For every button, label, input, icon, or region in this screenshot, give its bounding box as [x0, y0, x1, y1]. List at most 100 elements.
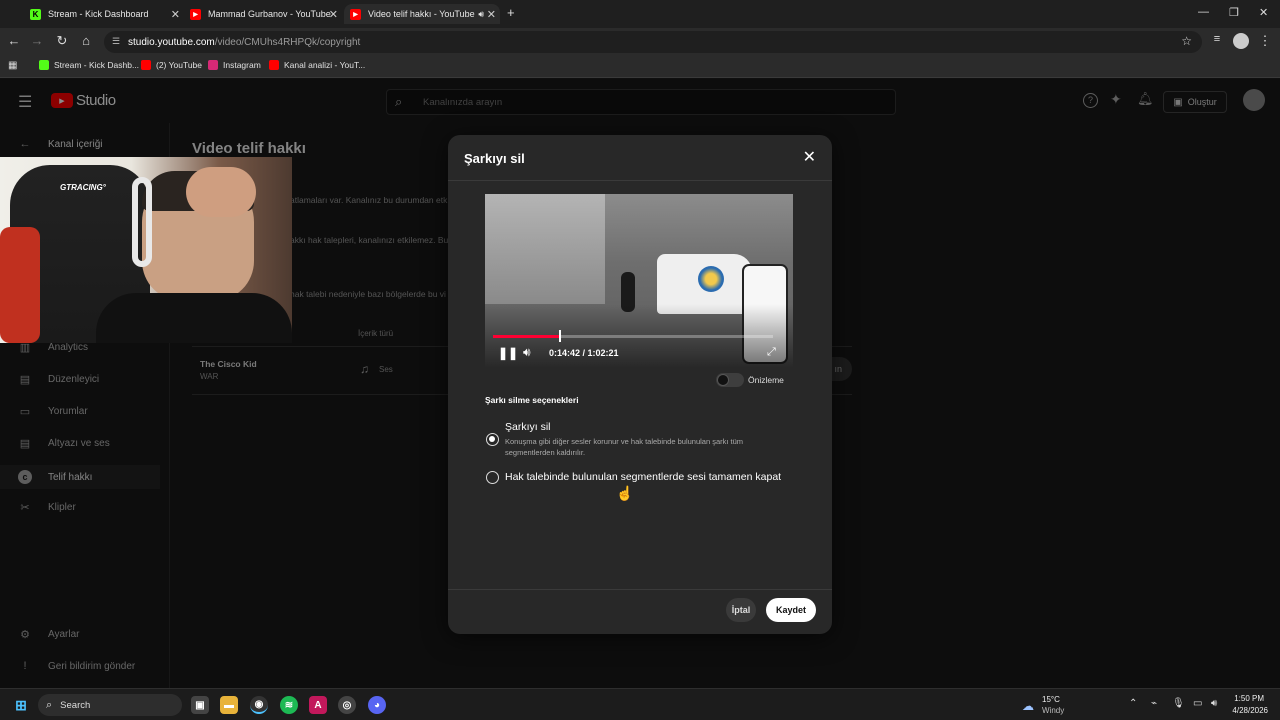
- chevron-up-icon[interactable]: ⌃: [1129, 698, 1137, 709]
- cancel-button[interactable]: İptal: [726, 598, 756, 622]
- tab-label: Video telif hakkı - YouTube: [368, 9, 475, 19]
- file-explorer-icon[interactable]: ▬: [220, 696, 238, 714]
- clock-time[interactable]: 1:50 PM: [1234, 694, 1264, 703]
- close-icon[interactable]: ✕: [803, 147, 816, 167]
- youtube-icon: [141, 60, 151, 70]
- save-button[interactable]: Kaydet: [766, 598, 816, 622]
- new-tab-button[interactable]: +: [507, 5, 515, 20]
- dialog-title: Şarkıyı sil: [464, 151, 525, 166]
- headphones: [132, 177, 152, 267]
- adobe-icon[interactable]: A: [309, 696, 327, 714]
- option-remove-song-radio[interactable]: [486, 433, 499, 446]
- bookmark-channel-analytics[interactable]: Kanal analizi - YouT...: [269, 60, 365, 70]
- chair-brand-logo: GTRACING°: [60, 183, 106, 192]
- address-bar-row: ← → ↻ ⌂ ☰ studio.youtube.com/video/CMUhs…: [0, 28, 1280, 56]
- home-icon[interactable]: ⌂: [77, 33, 95, 48]
- youtube-icon: ▶: [190, 8, 201, 20]
- weather-desc: Windy: [1042, 706, 1065, 715]
- media-icon[interactable]: ≡: [1208, 33, 1226, 45]
- option-mute-segments-radio[interactable]: [486, 471, 499, 484]
- clock-date[interactable]: 4/28/2026: [1228, 706, 1268, 715]
- tab-label: Mammad Gurbanov - YouTube: [208, 9, 331, 19]
- mouse-cursor: ☝: [616, 485, 634, 501]
- weather-icon: ☁: [1022, 699, 1034, 713]
- reload-icon[interactable]: ↻: [53, 33, 71, 49]
- speaker-icon[interactable]: 🔊︎: [1211, 698, 1217, 709]
- speaker-icon[interactable]: 🔊︎: [478, 9, 484, 20]
- remove-song-dialog: Şarkıyı sil ✕ ❚❚ 🔊︎ 0:14:42 / 1:02:21 ⤢ …: [448, 135, 832, 634]
- webcam-overlay: GTRACING°: [0, 157, 292, 343]
- taskbar-search-label: Search: [60, 699, 91, 711]
- browser-tab-bar: K Stream - Kick Dashboard ✕ ▶ Mammad Gur…: [0, 0, 1280, 28]
- network-icon[interactable]: ⌁: [1151, 698, 1157, 709]
- bookmark-youtube[interactable]: (2) YouTube: [141, 60, 202, 70]
- weather-temp: 15°C: [1042, 695, 1060, 704]
- chair-side-red: [0, 227, 40, 343]
- tab-video-copyright[interactable]: ▶ Video telif hakkı - YouTube 🔊︎ ✕: [344, 4, 500, 24]
- menu-dots-icon[interactable]: ⋮: [1256, 33, 1274, 49]
- url-host: studio.youtube.com: [128, 36, 215, 48]
- windows-start-icon[interactable]: ⊞: [12, 696, 30, 714]
- kick-icon: [39, 60, 49, 70]
- microphone-icon[interactable]: 🎙︎: [1172, 698, 1185, 709]
- forward-arrow-icon[interactable]: →: [28, 33, 46, 48]
- option-remove-song-desc-2: segmentlerden kaldırılır.: [505, 448, 586, 457]
- close-icon[interactable]: ✕: [329, 8, 338, 21]
- bookmark-star-icon[interactable]: ☆: [1181, 34, 1192, 48]
- windows-taskbar: ⊞ ⌕ Search ▣ ▬ ◉ ≋ A ◎ ◕ ☁ 15°C Windy ⌃ …: [0, 688, 1280, 720]
- url-path: /video/CMUhs4RHPQk/copyright: [214, 36, 361, 48]
- kick-icon: K: [30, 8, 41, 20]
- volume-icon[interactable]: 🔊︎: [523, 345, 531, 360]
- pause-icon[interactable]: ❚❚: [498, 346, 518, 360]
- bookmarks-bar: ▦ Stream - Kick Dashb... (2) YouTube Ins…: [0, 56, 1280, 78]
- tab-kick-dashboard[interactable]: K Stream - Kick Dashboard ✕: [30, 4, 180, 24]
- bookmark-label: Instagram: [223, 60, 261, 70]
- option-remove-song-desc-1: Konuşma gibi diğer sesler korunur ve hak…: [505, 437, 744, 446]
- display-icon[interactable]: ▭: [1193, 698, 1202, 709]
- preview-toggle[interactable]: [716, 373, 744, 387]
- van-logo: [698, 266, 724, 292]
- url-input[interactable]: ☰ studio.youtube.com/video/CMUhs4RHPQk/c…: [104, 31, 1202, 53]
- profile-avatar[interactable]: [1233, 33, 1249, 49]
- bookmark-instagram[interactable]: Instagram: [208, 60, 261, 70]
- video-building: [485, 194, 605, 304]
- bookmark-kick[interactable]: Stream - Kick Dashb...: [39, 60, 139, 70]
- close-icon[interactable]: ✕: [171, 8, 180, 21]
- person-hand: [186, 167, 256, 217]
- close-icon[interactable]: ✕: [487, 8, 496, 21]
- restore-icon[interactable]: ❐: [1229, 6, 1239, 19]
- minimize-icon[interactable]: —: [1198, 6, 1209, 18]
- taskbar-search[interactable]: ⌕ Search: [38, 694, 182, 716]
- seek-handle[interactable]: [558, 330, 561, 342]
- tab-mammad-youtube[interactable]: ▶ Mammad Gurbanov - YouTube ✕: [190, 4, 338, 24]
- seek-bar[interactable]: [493, 335, 773, 338]
- bookmark-label: (2) YouTube: [156, 60, 202, 70]
- obs-icon[interactable]: ◎: [338, 696, 356, 714]
- dialog-divider: [448, 180, 832, 181]
- person-shirt: [96, 293, 292, 343]
- spotify-icon[interactable]: ≋: [280, 696, 298, 714]
- dialog-divider: [448, 589, 832, 590]
- discord-icon[interactable]: ◕: [368, 696, 386, 714]
- search-icon: ⌕: [46, 698, 53, 711]
- bookmark-label: Stream - Kick Dashb...: [54, 60, 140, 70]
- video-player[interactable]: ❚❚ 🔊︎ 0:14:42 / 1:02:21 ⤢: [485, 194, 793, 367]
- chrome-icon[interactable]: ◉: [250, 696, 268, 714]
- preview-label: Önizleme: [748, 375, 784, 385]
- youtube-icon: [269, 60, 279, 70]
- task-view-icon[interactable]: ▣: [191, 696, 209, 714]
- back-arrow-icon[interactable]: ←: [5, 33, 23, 48]
- option-remove-song-label[interactable]: Şarkıyı sil: [505, 421, 551, 433]
- time-display: 0:14:42 / 1:02:21: [549, 348, 619, 358]
- apps-grid-icon[interactable]: ▦: [8, 60, 17, 71]
- section-title: Şarkı silme seçenekleri: [485, 395, 579, 405]
- youtube-icon: ▶: [350, 8, 361, 20]
- toggle-knob: [717, 374, 729, 386]
- fullscreen-icon[interactable]: ⤢: [767, 346, 776, 359]
- bookmark-label: Kanal analizi - YouT...: [284, 60, 366, 70]
- seek-progress: [493, 335, 559, 338]
- option-mute-segments-label[interactable]: Hak talebinde bulunulan segmentlerde ses…: [505, 471, 781, 483]
- instagram-icon: [208, 60, 218, 70]
- close-window-icon[interactable]: ✕: [1259, 6, 1268, 19]
- site-settings-icon[interactable]: ☰: [112, 36, 120, 47]
